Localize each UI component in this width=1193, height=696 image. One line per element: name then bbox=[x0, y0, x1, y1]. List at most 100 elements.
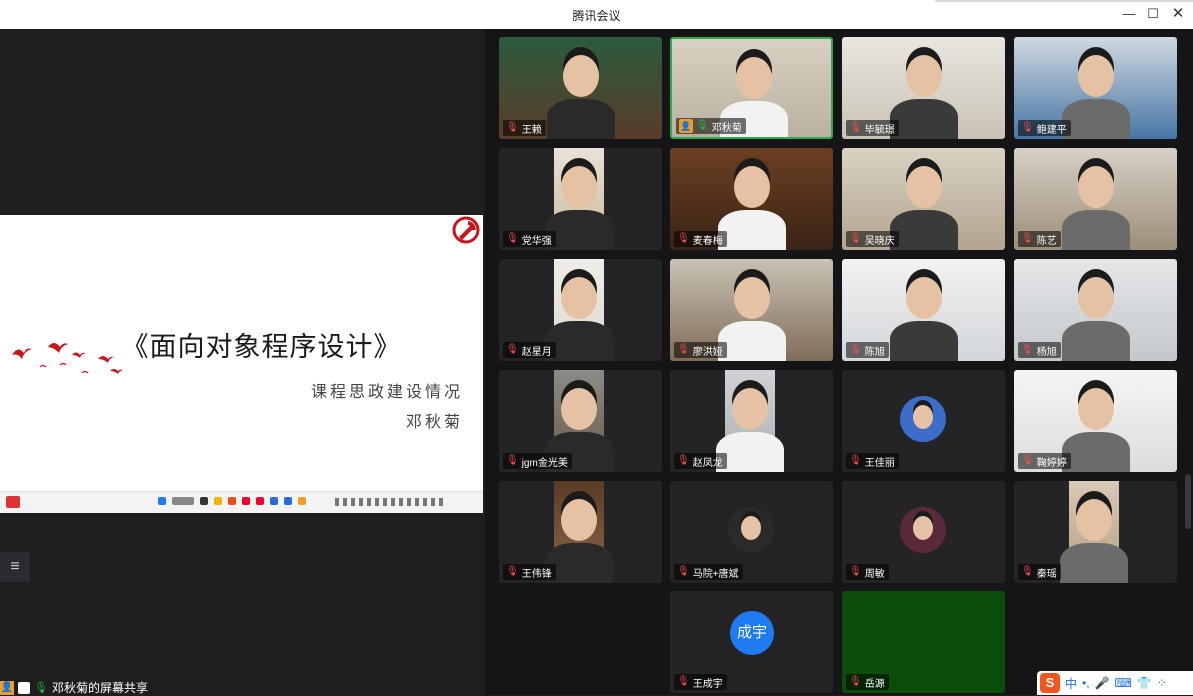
party-emblem-icon bbox=[452, 216, 480, 244]
mic-muted-icon: 🎙 bbox=[1021, 122, 1034, 133]
top-divider bbox=[935, 0, 1193, 2]
participant-tile[interactable]: 🎙 岳源 bbox=[842, 591, 1005, 693]
participant-tile[interactable]: 🎙 周敏 bbox=[842, 481, 1005, 583]
mic-muted-icon: 🎙 bbox=[1021, 455, 1034, 466]
participant-name: 马院+唐斌 bbox=[692, 568, 739, 580]
participant-name: 党华强 bbox=[521, 235, 552, 247]
participant-tile[interactable]: 🎙 王佳丽 bbox=[842, 370, 1005, 472]
participant-tile[interactable]: 🎙 杨旭 bbox=[1014, 259, 1177, 361]
participant-tile[interactable]: 🎙 毕毓璟 bbox=[842, 37, 1005, 139]
participant-tile[interactable]: 🎙 鞠婷婷 bbox=[1014, 370, 1177, 472]
ime-toolbox-icon[interactable]: ⁘ bbox=[1157, 676, 1167, 690]
mic-muted-icon: 🎙 bbox=[849, 676, 862, 687]
participant-name-tag: 👤 🎙 邓秋菊 bbox=[676, 118, 746, 134]
share-status-label: 邓秋菊的屏幕共享 bbox=[51, 681, 148, 695]
participant-video bbox=[545, 259, 613, 361]
participant-tile[interactable]: 🎙 吴晓庆 bbox=[842, 148, 1005, 250]
participant-tile[interactable]: 🎙 党华强 bbox=[499, 148, 662, 250]
participant-name-tag: 🎙 党华强 bbox=[503, 231, 556, 247]
ime-keyboard-icon[interactable]: ⌨ bbox=[1115, 676, 1132, 690]
mic-muted-icon: 🎙 bbox=[677, 455, 690, 466]
mic-muted-icon: 🎙 bbox=[677, 676, 690, 687]
mic-on-icon: 🎙 bbox=[34, 682, 48, 694]
ime-punctuation[interactable]: •, bbox=[1082, 676, 1090, 690]
sogou-logo-icon[interactable]: S bbox=[1040, 673, 1060, 693]
mic-muted-icon: 🎙 bbox=[677, 566, 690, 577]
profile-avatar bbox=[900, 507, 946, 553]
title-bar: 腾讯会议 — ☐ ✕ bbox=[0, 0, 1193, 29]
participant-name-tag: 🎙 jgm金光美 bbox=[503, 453, 572, 469]
participant-name: 鲍建平 bbox=[1036, 124, 1067, 136]
participant-video bbox=[1060, 481, 1128, 583]
participant-name-tag: 🎙 岳源 bbox=[846, 674, 889, 690]
participant-tile[interactable]: 🎙 廖洪娅 bbox=[670, 259, 833, 361]
video-gallery: 🎙 王赖 👤 🎙 邓秋菊 🎙 毕毓璟 🎙 鲍建平 🎙 党华强 🎙 麦春梅 🎙 吴晓庆 🎙 陈艺 🎙 赵星月 🎙 廖洪娅 🎙… bbox=[485, 29, 1193, 695]
participant-name-tag: 🎙 杨旭 bbox=[1018, 342, 1061, 358]
mic-muted-icon: 🎙 bbox=[849, 566, 862, 577]
participant-name-tag: 🎙 陈旭 bbox=[846, 342, 889, 358]
participant-name: 陈旭 bbox=[864, 346, 885, 358]
participant-name-tag: 🎙 秦瑶 bbox=[1018, 564, 1061, 580]
participant-tile[interactable]: 🎙 王赖 bbox=[499, 37, 662, 139]
ime-voice-icon[interactable]: 🎤 bbox=[1095, 676, 1110, 690]
mic-muted-icon: 🎙 bbox=[506, 344, 519, 355]
participant-tile[interactable]: 🎙 马院+唐斌 bbox=[670, 481, 833, 583]
participant-tile[interactable]: 🎙 王伟锋 bbox=[499, 481, 662, 583]
gallery-scrollbar[interactable] bbox=[1185, 474, 1191, 529]
screen-share-icon bbox=[18, 681, 30, 694]
weather-icon bbox=[6, 496, 20, 508]
participant-name: 王佳丽 bbox=[864, 457, 895, 469]
participant-tile[interactable]: 🎙 陈旭 bbox=[842, 259, 1005, 361]
participant-tile[interactable]: 🎙 麦春梅 bbox=[670, 148, 833, 250]
share-status-bar: 👤 🎙 邓秋菊的屏幕共享 bbox=[0, 680, 148, 695]
mic-muted-icon: 🎙 bbox=[1021, 233, 1034, 244]
participant-name: 秦瑶 bbox=[1036, 568, 1057, 580]
participant-tile[interactable]: 成宇 🎙 王成宇 bbox=[670, 591, 833, 693]
mic-muted-icon: 🎙 bbox=[506, 122, 519, 133]
participant-tile[interactable]: 🎙 赵星月 bbox=[499, 259, 662, 361]
host-icon: 👤 bbox=[679, 119, 693, 133]
participant-name-tag: 🎙 鲍建平 bbox=[1018, 120, 1071, 136]
profile-avatar bbox=[900, 396, 946, 442]
participant-name: 鞠婷婷 bbox=[1036, 457, 1067, 469]
profile-avatar bbox=[728, 507, 774, 553]
participant-name: 毕毓璟 bbox=[864, 124, 895, 136]
minimize-button[interactable]: — bbox=[1117, 4, 1141, 24]
shared-taskbar bbox=[0, 491, 483, 513]
participant-name-tag: 🎙 王佳丽 bbox=[846, 453, 899, 469]
participant-tile[interactable]: 🎙 赵凤龙 bbox=[670, 370, 833, 472]
mic-muted-icon: 🎙 bbox=[849, 122, 862, 133]
mic-muted-icon: 🎙 bbox=[849, 344, 862, 355]
participant-name-tag: 🎙 王伟锋 bbox=[503, 564, 556, 580]
ime-skin-icon[interactable]: 👕 bbox=[1137, 676, 1152, 690]
mic-muted-icon: 🎙 bbox=[849, 455, 862, 466]
participant-name: jgm金光美 bbox=[521, 457, 568, 469]
participant-name: 王伟锋 bbox=[521, 568, 552, 580]
participant-name: 麦春梅 bbox=[692, 235, 723, 247]
participant-name-tag: 🎙 王成宇 bbox=[674, 674, 727, 690]
participant-video bbox=[716, 370, 784, 472]
participant-tile[interactable]: 🎙 秦瑶 bbox=[1014, 481, 1177, 583]
ime-language[interactable]: 中 bbox=[1065, 675, 1077, 692]
participant-name: 杨旭 bbox=[1036, 346, 1057, 358]
list-icon[interactable]: ≡ bbox=[0, 552, 30, 582]
maximize-button[interactable]: ☐ bbox=[1141, 4, 1165, 24]
participant-name-tag: 🎙 赵星月 bbox=[503, 342, 556, 358]
mic-muted-icon: 🎙 bbox=[506, 233, 519, 244]
participant-tile[interactable]: 🎙 鲍建平 bbox=[1014, 37, 1177, 139]
text-avatar: 成宇 bbox=[730, 611, 774, 655]
slide-subtitle: 课程思政建设情况 bbox=[310, 382, 463, 401]
close-button[interactable]: ✕ bbox=[1166, 4, 1190, 24]
participant-name-tag: 🎙 陈艺 bbox=[1018, 231, 1061, 247]
participant-name: 邓秋菊 bbox=[711, 122, 742, 134]
participant-name: 廖洪娅 bbox=[692, 346, 723, 358]
participant-name-tag: 🎙 周敏 bbox=[846, 564, 889, 580]
participant-tile[interactable]: 🎙 陈艺 bbox=[1014, 148, 1177, 250]
slide-presenter: 邓秋菊 bbox=[405, 412, 463, 431]
participant-name-tag: 🎙 赵凤龙 bbox=[674, 453, 727, 469]
participant-name-tag: 🎙 麦春梅 bbox=[674, 231, 727, 247]
participant-tile[interactable]: 🎙 jgm金光美 bbox=[499, 370, 662, 472]
ime-toolbar: S 中 •, 🎤 ⌨ 👕 ⁘ bbox=[1037, 671, 1193, 695]
participant-tile[interactable]: 👤 🎙 邓秋菊 bbox=[670, 37, 833, 139]
participant-name-tag: 🎙 马院+唐斌 bbox=[674, 564, 743, 580]
